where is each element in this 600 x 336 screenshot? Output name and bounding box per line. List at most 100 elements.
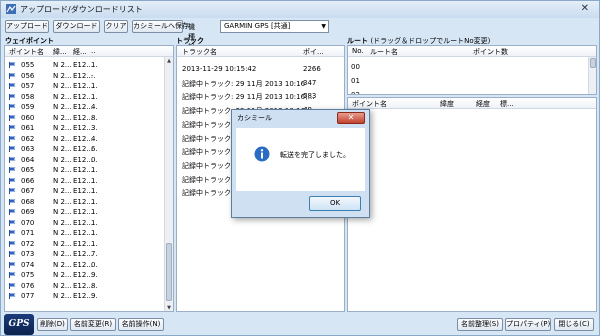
list-item[interactable]: 記録中トラック: 29 11月 2013 10:16(... 583 xyxy=(177,91,344,102)
list-item[interactable]: 074 N 2... E12... 0. xyxy=(5,260,160,270)
waypoint-flag-icon xyxy=(9,146,16,152)
list-item[interactable]: 069 N 2... E12... 1. xyxy=(5,207,160,217)
waypoints-list[interactable]: ポイント名 緯... 経... .. 055 N 2... E12... 1. 056 N… xyxy=(4,45,174,312)
route-points-col-alt[interactable]: 標... xyxy=(500,99,514,109)
waypoints-col-extra[interactable]: .. xyxy=(91,47,95,55)
clear-button[interactable]: クリア xyxy=(104,20,128,33)
route-points-col-lat[interactable]: 緯度 xyxy=(440,99,454,109)
waypoint-extra: 1. xyxy=(91,166,98,174)
tracks-col-name[interactable]: トラック名 xyxy=(182,47,217,57)
waypoint-lat: N 2... xyxy=(53,113,72,122)
list-item[interactable]: 073 N 2... E12... 7. xyxy=(5,249,160,259)
route-row-2[interactable]: 02 xyxy=(351,91,360,94)
routes-col-name[interactable]: ルート名 xyxy=(370,47,398,57)
list-item[interactable]: 063 N 2... E12... 6. xyxy=(5,144,160,154)
name-ops-button[interactable]: 名前操作(N) xyxy=(118,318,164,331)
list-item[interactable]: 061 N 2... E12... 3. xyxy=(5,123,160,133)
list-item[interactable]: 076 N 2... E12... 8. xyxy=(5,281,160,291)
waypoint-lat: N 2... xyxy=(53,250,72,258)
waypoint-name: 058 xyxy=(21,92,35,101)
waypoint-extra: 4. xyxy=(91,134,98,143)
route-points-col-lon[interactable]: 経度 xyxy=(476,99,490,109)
list-item[interactable]: 077 N 2... E12... 9. xyxy=(5,291,160,301)
window-close-icon[interactable]: ✕ xyxy=(581,3,589,14)
waypoints-col-lat[interactable]: 緯... xyxy=(53,47,67,57)
delete-button[interactable]: 削除(D) xyxy=(37,318,68,331)
list-item[interactable]: 068 N 2... E12... 1. xyxy=(5,197,160,207)
scroll-thumb[interactable] xyxy=(166,243,172,301)
waypoint-name: 059 xyxy=(21,103,35,111)
waypoint-lon: E12... xyxy=(73,218,94,227)
list-item[interactable]: 075 N 2... E12... 9. xyxy=(5,270,160,280)
close-button[interactable]: 閉じる(C) xyxy=(554,318,594,331)
waypoint-name: 069 xyxy=(21,208,35,216)
window-title: アップロード/ダウンロードリスト xyxy=(20,5,143,14)
waypoints-col-name[interactable]: ポイント名 xyxy=(9,47,44,57)
properties-button[interactable]: プロパティ(P) xyxy=(505,318,551,331)
list-item[interactable]: 056 N 2... E12... -. xyxy=(5,71,160,81)
list-item[interactable]: 064 N 2... E12... 0. xyxy=(5,155,160,165)
waypoint-flag-icon xyxy=(9,293,16,299)
waypoint-flag-icon xyxy=(9,198,16,205)
waypoint-lat: N 2... xyxy=(53,155,72,164)
waypoint-name: 060 xyxy=(21,113,35,122)
list-item[interactable]: 071 N 2... E12... 1. xyxy=(5,228,160,238)
organize-names-button[interactable]: 名前整理(S) xyxy=(457,318,503,331)
waypoints-scrollbar[interactable]: ▲ ▼ xyxy=(164,57,173,311)
waypoint-flag-icon xyxy=(9,167,16,173)
bottom-bar: GPS 削除(D) 名前変更(R) 名前操作(N) 名前整理(S) プロパティ(… xyxy=(1,314,599,335)
waypoint-lon: E12... xyxy=(73,292,94,300)
list-item[interactable]: 065 N 2... E12... 1. xyxy=(5,165,160,175)
list-item[interactable]: 072 N 2... E12... 1. xyxy=(5,239,160,249)
list-item[interactable]: 066 N 2... E12... 1. xyxy=(5,176,160,186)
list-item[interactable]: 055 N 2... E12... 1. xyxy=(5,60,160,70)
waypoint-flag-icon xyxy=(9,62,16,68)
track-name: 記録中トラック xyxy=(182,148,231,157)
waypoint-name: 068 xyxy=(21,197,35,206)
route-row-1[interactable]: 01 xyxy=(351,77,360,85)
save-to-kashmir-button[interactable]: カシミールへ保存 xyxy=(132,20,189,33)
dialog-close-icon[interactable]: ✕ xyxy=(337,112,365,124)
waypoint-extra: 4. xyxy=(91,103,98,111)
list-item[interactable]: 070 N 2... E12... 1. xyxy=(5,218,160,228)
list-item[interactable]: 067 N 2... E12... 1. xyxy=(5,186,160,196)
waypoint-flag-icon xyxy=(9,135,16,142)
list-item[interactable]: 2013-11-29 10:15:42 2266 xyxy=(177,64,344,75)
ok-button[interactable]: OK xyxy=(309,196,361,211)
waypoint-lon: E12... xyxy=(73,134,94,143)
waypoint-extra: 3. xyxy=(91,124,98,132)
waypoints-col-lon[interactable]: 経... xyxy=(73,47,87,57)
upload-button[interactable]: アップロード xyxy=(5,20,49,33)
scroll-thumb[interactable] xyxy=(590,58,596,68)
routes-scrollbar[interactable] xyxy=(588,57,596,94)
list-item[interactable]: 058 N 2... E12... 1. xyxy=(5,92,160,102)
title-bar[interactable]: アップロード/ダウンロードリスト ✕ xyxy=(1,1,599,18)
scroll-up-icon[interactable]: ▲ xyxy=(165,58,173,64)
download-button[interactable]: ダウンロード xyxy=(53,20,100,33)
route-points-col-name[interactable]: ポイント名 xyxy=(352,99,387,109)
route-row-0[interactable]: 00 xyxy=(351,63,360,71)
waypoint-name: 062 xyxy=(21,134,35,143)
route-points-list[interactable]: ポイント名 緯度 経度 標... xyxy=(347,97,597,312)
list-item[interactable]: 記録中トラック: 29 11月 2013 10:16 347 xyxy=(177,78,344,89)
waypoint-lon: E12... xyxy=(73,250,94,258)
model-select[interactable]: GARMIN GPS [共通] ▼ xyxy=(220,20,329,33)
list-item[interactable]: 062 N 2... E12... 4. xyxy=(5,134,160,144)
waypoint-lat: N 2... xyxy=(53,145,72,153)
rename-button[interactable]: 名前変更(R) xyxy=(70,318,116,331)
routes-list[interactable]: No. ルート名 ポイント数 00 01 02 xyxy=(347,45,597,95)
waypoint-flag-icon xyxy=(9,282,16,289)
routes-col-no[interactable]: No. xyxy=(352,47,364,55)
list-item[interactable]: 060 N 2... E12... 8. xyxy=(5,113,160,123)
scroll-down-icon[interactable]: ▼ xyxy=(165,305,173,311)
waypoint-lon: E12... xyxy=(73,82,94,90)
waypoint-name: 064 xyxy=(21,155,35,164)
waypoint-extra: 1. xyxy=(91,218,98,227)
waypoint-lat: N 2... xyxy=(53,61,72,69)
waypoint-flag-icon xyxy=(9,261,16,268)
routes-col-count[interactable]: ポイント数 xyxy=(473,47,508,57)
waypoint-lat: N 2... xyxy=(53,103,72,111)
list-item[interactable]: 059 N 2... E12... 4. xyxy=(5,102,160,112)
list-item[interactable]: 057 N 2... E12... 1. xyxy=(5,81,160,91)
tracks-col-points[interactable]: ポイ... xyxy=(303,47,324,57)
